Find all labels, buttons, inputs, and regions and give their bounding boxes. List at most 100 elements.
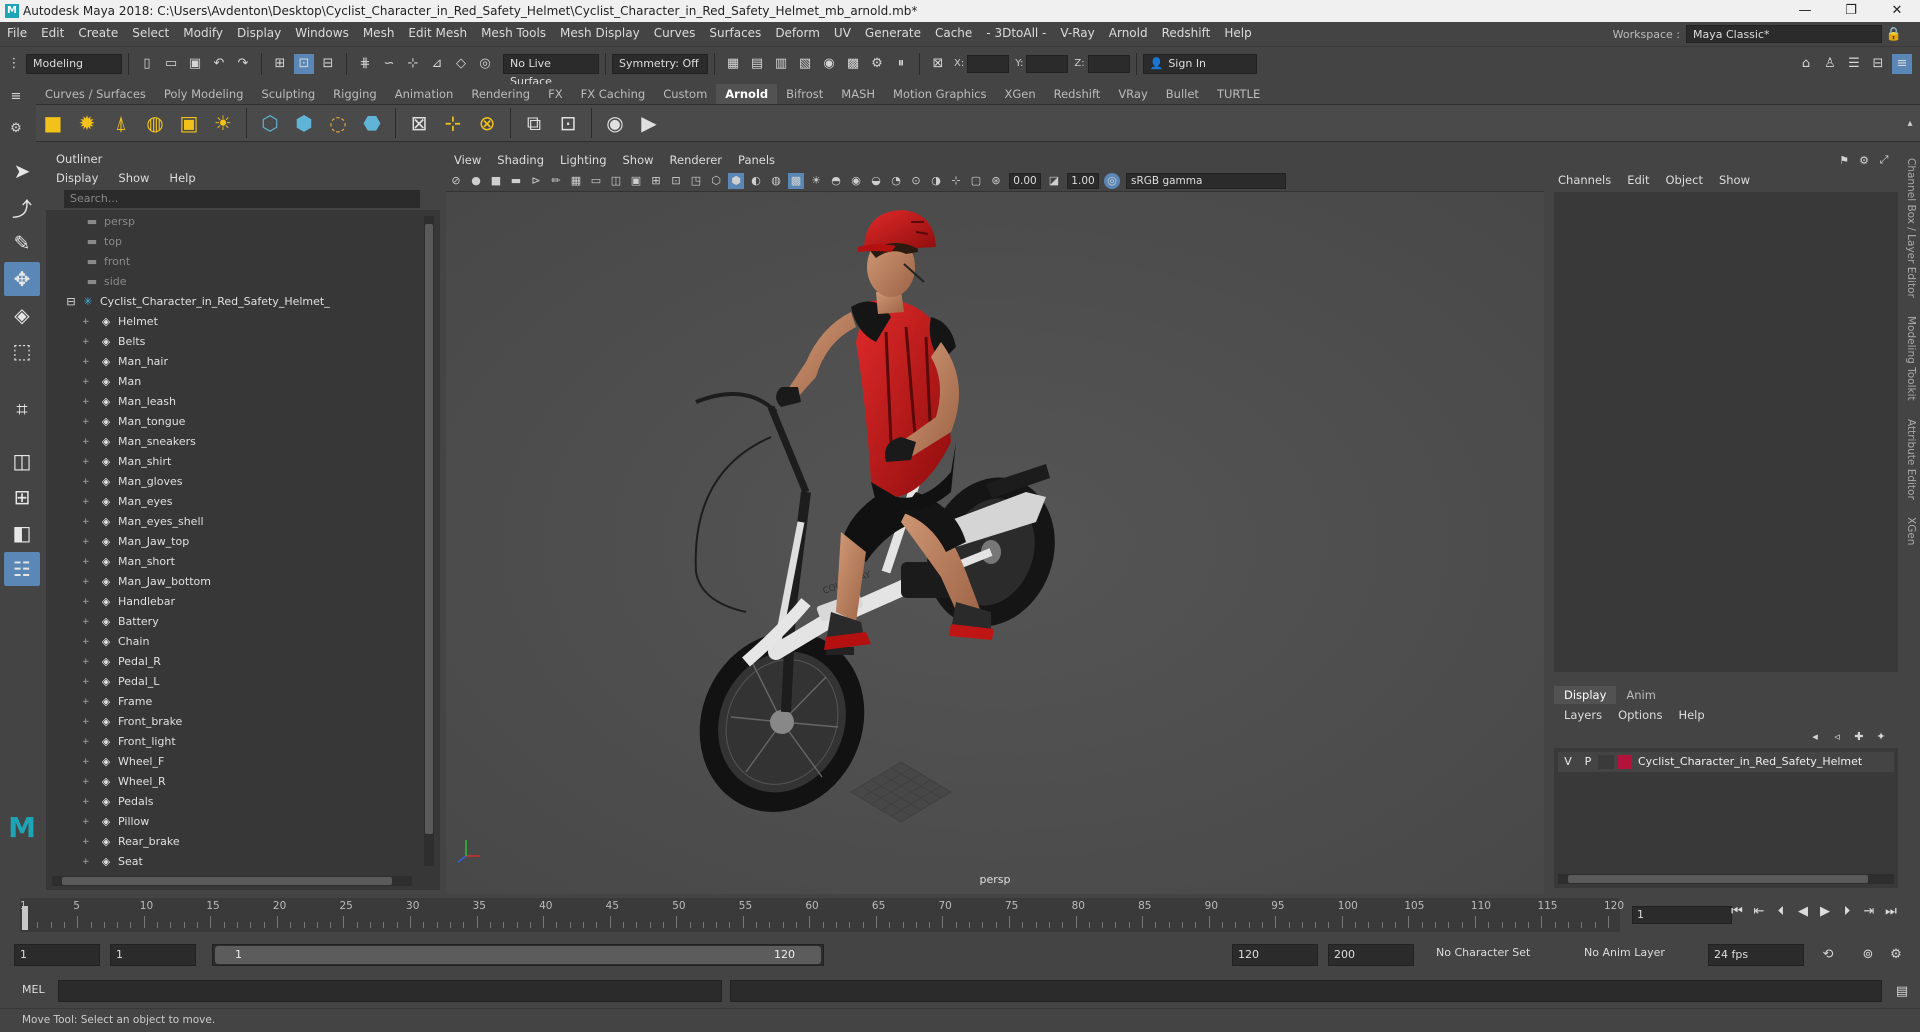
delete-cache-icon[interactable]: ⊗	[473, 109, 501, 137]
move-layer-up-icon[interactable]: ◂	[1806, 726, 1824, 746]
menu-set-dropdown[interactable]: Modeling	[26, 53, 122, 74]
character-set-dropdown[interactable]: No Character Set	[1436, 946, 1530, 959]
channel-box-area[interactable]	[1554, 192, 1898, 672]
expand-icon[interactable]: +	[82, 712, 90, 732]
expand-icon[interactable]: +	[82, 632, 90, 652]
two-d-pan-icon[interactable]: ⊳	[528, 173, 544, 189]
outliner-item[interactable]: + ◈ Pedal_L	[46, 672, 420, 692]
tab-bullet[interactable]: Bullet	[1157, 84, 1208, 104]
maximize-button[interactable]: ❐	[1828, 0, 1874, 22]
expand-icon[interactable]: +	[82, 752, 90, 772]
select-component-icon[interactable]: ⊟	[318, 54, 338, 74]
arnold-ipr-icon[interactable]: ⚙	[867, 54, 887, 74]
expand-icon[interactable]: +	[82, 452, 90, 472]
tab-xgen[interactable]: XGen	[995, 84, 1044, 104]
depth-of-field-icon[interactable]: ◔	[888, 173, 904, 189]
new-layer-icon[interactable]: ✚	[1850, 726, 1868, 746]
shadows-icon[interactable]: ☀	[808, 173, 824, 189]
menu-mesh[interactable]: Mesh	[356, 22, 402, 44]
menu-surfaces[interactable]: Surfaces	[702, 22, 768, 44]
x-field[interactable]	[967, 54, 1010, 73]
tab-turtle[interactable]: TURTLE	[1208, 84, 1269, 104]
expand-icon[interactable]: +	[82, 612, 90, 632]
side-tab-attribute-editor[interactable]: Attribute Editor	[1905, 419, 1917, 500]
animation-preferences-icon[interactable]: ⚙	[1886, 944, 1906, 964]
move-tool-icon[interactable]: ✥	[4, 262, 40, 296]
exposure-icon[interactable]: ⊛	[988, 173, 1004, 189]
expand-icon[interactable]: +	[82, 852, 90, 872]
color-management-icon[interactable]: ◎	[1104, 172, 1120, 189]
tab-anim[interactable]: Anim	[1616, 686, 1666, 704]
channel-menu-edit[interactable]: Edit	[1619, 170, 1657, 190]
outliner-menu-help[interactable]: Help	[159, 168, 205, 188]
menu-create[interactable]: Create	[71, 22, 125, 44]
outliner-item[interactable]: + ◈ Man_short	[46, 552, 420, 572]
expand-icon[interactable]: +	[82, 552, 90, 572]
attribute-editor-icon[interactable]: ☰	[1844, 54, 1864, 74]
stand-in-icon[interactable]: ⬡	[256, 109, 284, 137]
flush-cache-icon[interactable]: ⊠	[405, 109, 433, 137]
outliner-item[interactable]: + ◈ Pedals	[46, 792, 420, 812]
save-scene-icon[interactable]: ▣	[185, 54, 205, 74]
menu-deform[interactable]: Deform	[768, 22, 827, 44]
snap-point-icon[interactable]: ⊹	[403, 54, 423, 74]
render-settings-icon[interactable]: ▧	[795, 54, 815, 74]
outliner-vertical-scrollbar[interactable]	[424, 216, 434, 866]
menu-windows[interactable]: Windows	[288, 22, 356, 44]
tab-fx[interactable]: FX	[539, 84, 572, 104]
camera-attributes-icon[interactable]: ●	[468, 173, 484, 189]
layer-menu-help[interactable]: Help	[1670, 706, 1712, 724]
outliner-item-top[interactable]: ▬ top	[46, 232, 420, 252]
select-hierarchy-icon[interactable]: ⊞	[270, 54, 290, 74]
outliner-item[interactable]: + ◈ Handlebar	[46, 592, 420, 612]
photometric-light-icon[interactable]: ⍋	[107, 109, 135, 137]
channel-box-float-icon[interactable]: ⤢	[1876, 150, 1892, 170]
expand-icon[interactable]: +	[82, 332, 90, 352]
scrollbar-thumb[interactable]	[62, 877, 392, 885]
outliner-search-input[interactable]: Search...	[64, 190, 420, 208]
film-gate-icon[interactable]: ▭	[588, 173, 604, 189]
expand-icon[interactable]: +	[82, 392, 90, 412]
layer-horizontal-scrollbar[interactable]	[1558, 874, 1894, 884]
current-time-marker[interactable]	[22, 906, 28, 930]
side-tab-channel-box[interactable]: Channel Box / Layer Editor	[1905, 158, 1917, 298]
expand-icon[interactable]: +	[82, 732, 90, 752]
menu-modify[interactable]: Modify	[176, 22, 230, 44]
layer-color-swatch[interactable]	[1618, 755, 1632, 769]
panel-menu-lighting[interactable]: Lighting	[552, 150, 614, 170]
menu-edit-mesh[interactable]: Edit Mesh	[401, 22, 474, 44]
outliner-item[interactable]: + ◈ Pedal_R	[46, 652, 420, 672]
grid-icon[interactable]: ▦	[568, 173, 584, 189]
single-perspective-layout-icon[interactable]: ◫	[4, 444, 40, 478]
expand-icon[interactable]: +	[82, 652, 90, 672]
tab-display[interactable]: Display	[1554, 686, 1617, 704]
tool-settings-icon[interactable]: ⊟	[1868, 54, 1888, 74]
range-handle[interactable]: 1 120	[215, 946, 821, 964]
panel-menu-renderer[interactable]: Renderer	[662, 150, 731, 170]
shelf-menu-icon[interactable]: ≡	[6, 86, 26, 106]
snap-surface-icon[interactable]: ◇	[451, 54, 471, 74]
tab-motion-graphics[interactable]: Motion Graphics	[884, 84, 995, 104]
outliner-item[interactable]: + ◈ Chain	[46, 632, 420, 652]
outliner-item-group[interactable]: ⊟ ✳ Cyclist_Character_in_Red_Safety_Helmet…	[46, 292, 420, 312]
menu-uv[interactable]: UV	[827, 22, 858, 44]
channel-menu-channels[interactable]: Channels	[1550, 170, 1619, 190]
outliner-item[interactable]: + ◈ Front_light	[46, 732, 420, 752]
play-render-icon[interactable]: ▶	[635, 109, 663, 137]
curve-collector-icon[interactable]: ◌	[324, 109, 352, 137]
scale-tool-icon[interactable]: ⬚	[4, 334, 40, 368]
gamma-icon[interactable]: ◪	[1046, 173, 1062, 189]
auto-key-icon[interactable]: ⊚	[1858, 944, 1878, 964]
use-all-lights-icon[interactable]: ▩	[788, 172, 804, 189]
smooth-shade-icon[interactable]: ⬢	[728, 172, 744, 189]
expand-icon[interactable]: +	[82, 792, 90, 812]
scrollbar-thumb[interactable]	[425, 224, 433, 834]
time-ruler[interactable]: 1510152025303540455055606570758085909510…	[20, 898, 1624, 932]
menu-mesh-tools[interactable]: Mesh Tools	[474, 22, 553, 44]
live-surface-field[interactable]: No Live Surface	[503, 53, 599, 88]
expand-icon[interactable]: +	[82, 512, 90, 532]
outliner-item[interactable]: + ◈ Man_leash	[46, 392, 420, 412]
menu-edit[interactable]: Edit	[34, 22, 71, 44]
go-to-start-icon[interactable]: ⏮	[1726, 904, 1748, 919]
outliner-menu-display[interactable]: Display	[46, 168, 108, 188]
